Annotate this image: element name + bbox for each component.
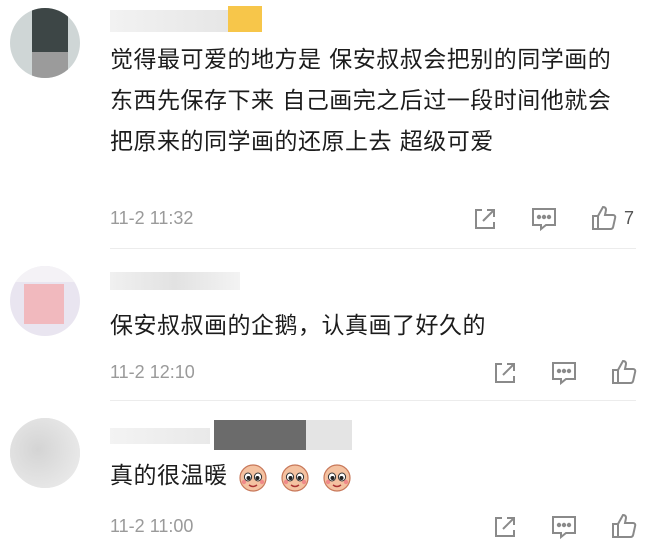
comment-text: 保安叔叔画的企鹅，认真画了好久的 [110,313,486,339]
name-highlight-badge [228,6,262,32]
like-icon [612,359,637,384]
comment-icon [552,516,576,540]
like-icon [612,513,637,538]
comment-time: 11-2 11:32 [110,208,194,228]
comment-icon [552,362,576,386]
share-button[interactable] [472,206,498,232]
divider [110,248,636,249]
comment-2: 保安叔叔画的企鹅，认真画了好久的 11-2 12:10 [0,250,652,402]
share-button[interactable] [492,360,518,386]
emoji-icon [281,463,309,492]
share-icon [495,517,515,537]
like-button[interactable] [610,512,638,540]
share-icon [475,209,495,229]
comment-text: 觉得最可爱的地方是 保安叔叔会把别的同学画的东西先保存下来 自己画完之后过一段时… [110,47,612,155]
reply-button[interactable] [550,514,578,540]
username-blurred[interactable] [110,428,210,444]
username-blurred-light [306,420,352,450]
reply-button[interactable] [550,360,578,386]
divider [110,400,636,401]
username-blurred-dark [214,420,306,450]
comment-icon [532,208,556,232]
comment-text: 真的很温暖 [110,456,630,497]
reply-button[interactable] [530,206,558,232]
emoji-icon [323,463,351,492]
emoji-icon [239,463,267,492]
like-icon [592,205,617,230]
avatar[interactable] [10,266,80,336]
share-button[interactable] [492,514,518,540]
comment-text-body: 真的很温暖 [110,463,228,489]
comment-time: 11-2 12:10 [110,362,195,382]
avatar[interactable] [10,418,80,488]
like-count: 7 [624,207,635,228]
comment-3: 真的很温暖 11-2 11:00 [0,402,652,558]
username-blurred[interactable] [110,272,240,290]
avatar[interactable] [10,8,80,78]
like-button[interactable]: 7 [590,204,634,232]
comment-1: 觉得最可爱的地方是 保安叔叔会把别的同学画的东西先保存下来 自己画完之后过一段时… [0,0,652,250]
comment-time: 11-2 11:00 [110,516,194,536]
username-blurred[interactable] [110,10,230,32]
like-button[interactable] [610,358,638,386]
share-icon [495,363,515,383]
